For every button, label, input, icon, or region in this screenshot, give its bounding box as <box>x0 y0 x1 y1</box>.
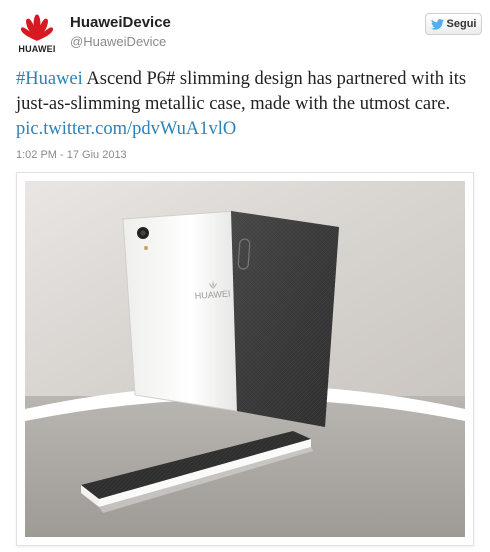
tweet-header: HUAWEI HuaweiDevice @HuaweiDevice Segui <box>0 0 490 62</box>
tweet-body: Ascend P6# slimming design has partnered… <box>16 69 467 114</box>
logo-wordmark: HUAWEI <box>18 44 56 54</box>
huawei-petals-icon <box>20 14 54 41</box>
tweet-text: #Huawei Ascend P6# slimming design has p… <box>16 67 478 142</box>
display-name[interactable]: HuaweiDevice <box>70 14 171 31</box>
follow-button-label: Segui <box>446 18 477 30</box>
phone-case-photo: HUAWEI <box>25 181 465 537</box>
twitter-bird-icon <box>430 18 444 30</box>
tweet-photo[interactable]: HUAWEI <box>25 181 465 537</box>
huawei-logo[interactable]: HUAWEI <box>16 13 58 55</box>
follow-button[interactable]: Segui <box>425 13 482 35</box>
hashtag-huawei-link[interactable]: #Huawei <box>16 69 83 89</box>
tweet-photo-card[interactable]: HUAWEI <box>16 172 474 546</box>
tweet-timestamp[interactable]: 1:02 PM - 17 Giu 2013 <box>16 149 127 161</box>
user-handle[interactable]: @HuaweiDevice <box>70 34 166 49</box>
media-link[interactable]: pic.twitter.com/pdvWuA1vlO <box>16 119 236 139</box>
